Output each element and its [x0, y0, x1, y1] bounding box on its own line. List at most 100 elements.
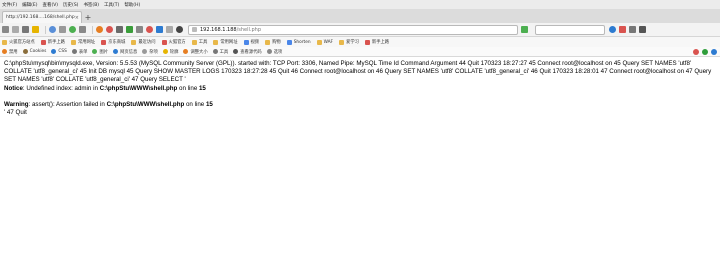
bookmark-item[interactable]: 最近访问: [131, 39, 156, 45]
bookmark-item[interactable]: 常用网址: [70, 39, 95, 45]
search-input[interactable]: [535, 24, 605, 35]
toolbar-divider: [45, 25, 46, 34]
forward-icon[interactable]: [12, 26, 19, 33]
menu-file[interactable]: 文件(F): [2, 2, 17, 8]
options-icon: [266, 49, 272, 54]
history-icon[interactable]: [79, 26, 86, 33]
menu-history[interactable]: 历史(S): [63, 2, 78, 8]
cookie-icon: [22, 49, 28, 54]
back-arrow-icon[interactable]: [176, 26, 183, 33]
bookmark-item[interactable]: 京东商城: [101, 39, 125, 45]
url-host: 192.168.1.188: [200, 26, 237, 33]
tools-icon: [212, 49, 218, 54]
url-path: /shell.php: [236, 26, 262, 33]
menu-icon[interactable]: [639, 26, 646, 33]
bookmark-star-icon[interactable]: [32, 26, 39, 33]
notify-icon[interactable]: [619, 26, 626, 33]
form-icon: [71, 49, 77, 54]
bookmarks-bar: 火狐官方站点 新手上路 常用网址 京东商城 最近访问 火狐官方 工具 常用网址 …: [0, 37, 720, 47]
dev-disable[interactable]: 禁用: [2, 49, 18, 55]
refresh-icon[interactable]: [49, 26, 56, 33]
bookmark-item[interactable]: WAF: [316, 39, 333, 45]
dev-page-info[interactable]: 网页信息: [113, 49, 137, 55]
tab-shell-php[interactable]: http://192.168....168/shell.php ×: [2, 11, 82, 23]
disable-icon: [2, 49, 7, 54]
settings-icon[interactable]: [629, 26, 636, 33]
menu-bookmarks[interactable]: 书签(B): [83, 2, 99, 8]
developer-toolbar: 禁用 Cookies CSS 表单 图片 网页信息 杂项 轮廓 调整大小 工具 …: [0, 47, 720, 57]
folder-icon: [2, 39, 7, 45]
dev-outline[interactable]: 轮廓: [162, 49, 178, 55]
source-icon: [233, 49, 239, 54]
bookmark-item[interactable]: 火狐官方站点: [2, 39, 35, 45]
back-icon[interactable]: [2, 26, 9, 33]
folder-icon: [213, 39, 219, 45]
image-icon: [92, 49, 98, 54]
home-icon[interactable]: [22, 26, 29, 33]
bookmark-item[interactable]: 视频: [243, 39, 259, 45]
menu-view[interactable]: 查看(V): [42, 2, 58, 8]
addon-icon-4[interactable]: [126, 26, 133, 33]
reader-icon[interactable]: [521, 26, 528, 33]
warning-path: C:\phpStu\WWW\shell.php: [106, 100, 185, 108]
screenshot-icon[interactable]: [59, 26, 66, 33]
notice-line: 15: [198, 84, 206, 92]
info-icon: [113, 49, 119, 54]
bookmark-item[interactable]: 购物: [265, 39, 281, 45]
folder-icon: [316, 39, 322, 45]
addon-icon-7[interactable]: [156, 26, 163, 33]
new-tab-button[interactable]: +: [82, 11, 94, 23]
dev-css[interactable]: CSS: [51, 49, 67, 54]
css-icon: [51, 49, 57, 54]
notice-online: on line: [177, 84, 199, 92]
menu-bar: 文件(F) 编辑(E) 查看(V) 历史(S) 书签(B) 工具(T) 帮助(H…: [0, 0, 720, 9]
dev-tools[interactable]: 工具: [212, 49, 228, 55]
address-bar[interactable]: 192.168.1.188/shell.php: [188, 24, 518, 35]
dev-images[interactable]: 图片: [92, 49, 108, 55]
notice-path: C:\phpStu\WWW\shell.php: [99, 84, 178, 92]
addon-icon-8[interactable]: [166, 26, 173, 33]
ok-status-icon[interactable]: [702, 48, 708, 55]
folder-icon: [265, 39, 271, 45]
addon-icon-6[interactable]: [146, 26, 153, 33]
addon-icon-1[interactable]: [96, 26, 103, 33]
user-icon[interactable]: [609, 26, 616, 33]
addon-icon-3[interactable]: [116, 26, 123, 33]
bookmark-item[interactable]: 火狐官方: [161, 39, 186, 45]
bookmark-item[interactable]: 新手上路: [364, 39, 389, 45]
bookmark-item[interactable]: 工具: [191, 39, 207, 45]
outline-icon: [162, 49, 168, 54]
tab-close-icon[interactable]: ×: [75, 15, 79, 21]
bookmark-item[interactable]: 爱学习: [339, 39, 359, 45]
warning-label: Warning: [4, 100, 29, 108]
dev-forms[interactable]: 表单: [71, 49, 87, 55]
bookmark-item[interactable]: 新手上路: [40, 39, 65, 45]
misc-icon: [142, 49, 148, 54]
addon-icon-5[interactable]: [136, 26, 143, 33]
nav-toolbar: 192.168.1.188/shell.php: [0, 23, 720, 37]
bookmark-item[interactable]: Shorten: [286, 39, 311, 45]
info-status-icon[interactable]: [711, 48, 717, 55]
dev-resize[interactable]: 调整大小: [183, 49, 208, 55]
dev-options[interactable]: 选项: [266, 49, 282, 55]
php-notice: Notice: Undefined index: admin in C:\php…: [4, 85, 716, 93]
menu-help[interactable]: 帮助(H): [124, 2, 140, 8]
menu-edit[interactable]: 编辑(E): [22, 2, 37, 8]
dev-misc[interactable]: 杂项: [142, 49, 158, 55]
php-warning: Warning: assert(): Assertion failed in C…: [4, 101, 716, 109]
page-info-icon[interactable]: [192, 27, 197, 32]
page-content: C:\phpStu\mysql\bin\mysqld.exe, Version:…: [0, 57, 720, 120]
download-icon[interactable]: [69, 26, 76, 33]
log-tail: ' 47 Quit: [4, 109, 27, 117]
addon-icon-2[interactable]: [106, 26, 113, 33]
firefox-icon: [40, 39, 46, 45]
warning-line: 15: [205, 100, 213, 108]
video-icon: [243, 39, 249, 45]
dev-view-source[interactable]: 查看源代码: [233, 49, 262, 55]
menu-tools[interactable]: 工具(T): [104, 2, 119, 8]
firefox-icon: [161, 39, 167, 45]
bookmark-item[interactable]: 常用网址: [213, 39, 238, 45]
dev-cookies[interactable]: Cookies: [22, 49, 46, 54]
error-status-icon[interactable]: [693, 48, 699, 55]
